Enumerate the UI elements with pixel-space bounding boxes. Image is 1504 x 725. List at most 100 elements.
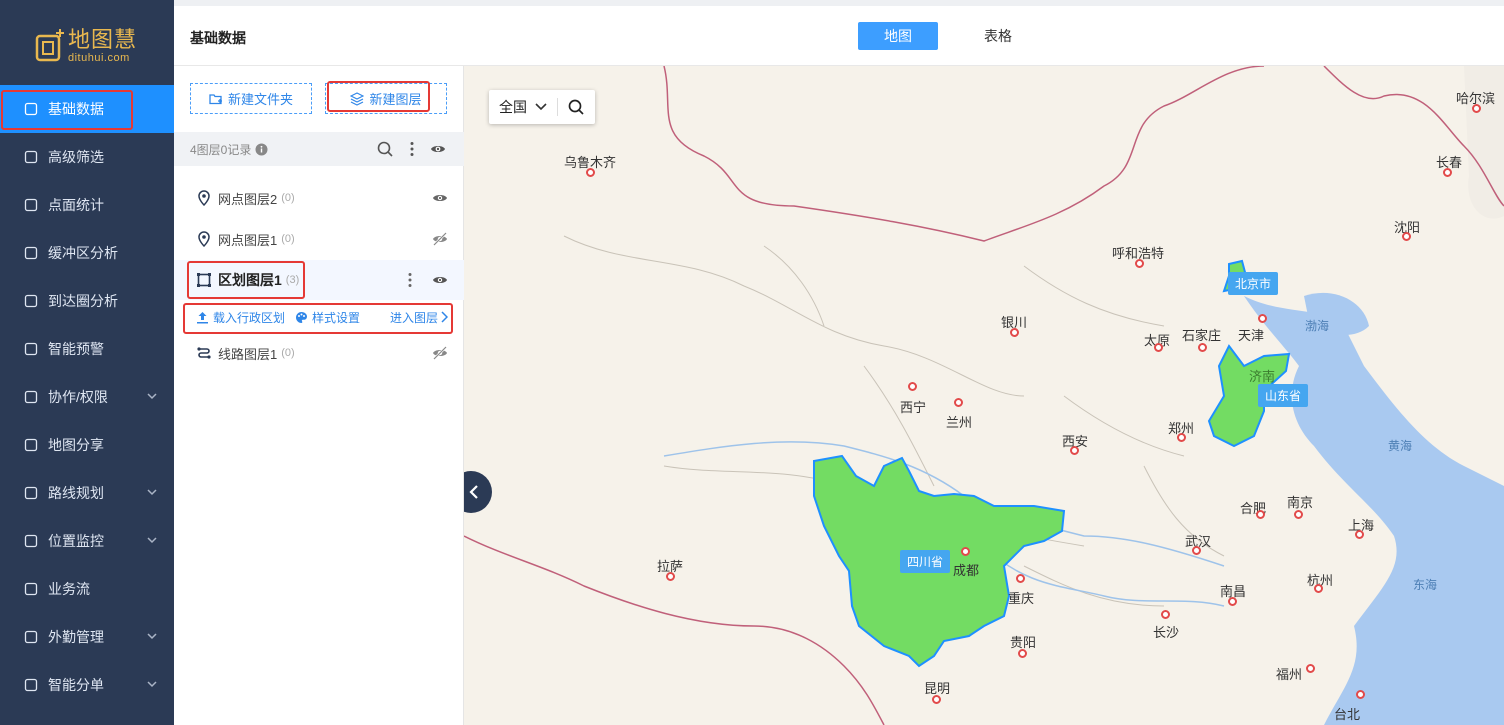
city-marker[interactable] [1355,530,1364,539]
sidebar-item-label: 点面统计 [48,197,104,213]
search-layer-icon[interactable] [377,141,393,157]
city-marker[interactable] [1402,232,1411,241]
sea-label: 黄海 [1388,439,1413,453]
city-marker[interactable] [1198,343,1207,352]
eye-off-icon[interactable] [432,232,448,246]
layer-count-badge: (0) [281,233,295,245]
city-marker[interactable] [932,695,941,704]
city-marker[interactable] [1161,610,1170,619]
eye-icon[interactable] [430,141,446,157]
city-label: 南京 [1287,495,1314,510]
folder-add-icon [209,93,222,104]
layer-count: 4图层0记录 [190,142,252,157]
search-icon[interactable] [568,99,584,115]
pin-icon [198,231,210,247]
users-icon [23,389,39,405]
eye-off-icon[interactable] [432,346,448,360]
province-label[interactable]: 四川省 [900,550,951,573]
logo-text: 地图慧 [68,26,138,52]
city-label: 长沙 [1153,625,1180,640]
layer-item-point1[interactable]: 网点图层1 (0) [174,219,464,259]
sidebar-item-6[interactable]: 协作/权限 [0,373,174,421]
sidebar-item-12[interactable]: 智能分单 [0,661,174,709]
layer-item-region1[interactable]: 区划图层1 (3) [174,260,464,300]
sidebar-item-0[interactable]: 基础数据 [0,85,174,133]
city-label: 天津 [1238,328,1265,343]
info-icon[interactable] [255,143,268,156]
layer-item-point2[interactable]: 网点图层2 (0) [174,178,464,218]
city-marker[interactable] [1070,446,1079,455]
new-layer-button[interactable]: 新建图层 [325,83,447,114]
buffer-icon [23,245,39,261]
province-label[interactable]: 山东省 [1258,384,1309,407]
city-marker[interactable] [1356,690,1365,699]
sidebar-item-11[interactable]: 外勤管理 [0,613,174,661]
style-settings-button[interactable]: 样式设置 [295,309,360,326]
city-marker[interactable] [908,382,917,391]
new-folder-button[interactable]: 新建文件夹 [190,83,312,114]
city-marker[interactable] [666,572,675,581]
more-icon[interactable] [402,272,418,288]
import-region-button[interactable]: 载入行政区划 [196,309,285,326]
region-select-value: 全国 [499,99,527,115]
layer-count-badge: (3) [285,274,300,286]
header: 基础数据 地图 表格 [174,0,1504,66]
city-marker[interactable] [954,398,963,407]
city-marker[interactable] [1177,433,1186,442]
city-marker[interactable] [1154,343,1163,352]
sidebar-item-9[interactable]: 位置监控 [0,517,174,565]
map-canvas[interactable]: 全国 乌鲁木齐 哈尔滨 长春 沈阳 呼和浩特 天津 石家庄 太原 银川 西宁 兰州 郑州 西安 合肥 南京上… [464,66,1504,725]
share-icon [23,437,39,453]
chevron-down-icon [147,681,157,688]
flow-icon [23,581,39,597]
tab-map[interactable]: 地图 [858,22,938,50]
sidebar-item-1[interactable]: 高级筛选 [0,133,174,181]
city-marker[interactable] [1294,510,1303,519]
city-marker[interactable] [1135,259,1144,268]
sidebar-item-7[interactable]: 地图分享 [0,421,174,469]
city-marker[interactable] [961,547,970,556]
layer-count-badge: (0) [281,347,295,359]
city-marker[interactable] [1016,574,1025,583]
sidebar-item-label: 地图分享 [48,437,104,453]
city-marker[interactable] [1443,168,1452,177]
city-marker[interactable] [1258,314,1267,323]
city-marker[interactable] [1018,649,1027,658]
region-select[interactable]: 全国 [489,90,595,124]
sidebar-item-label: 业务流 [48,581,90,597]
layer-name: 区划图层1 [218,272,282,288]
sidebar-item-3[interactable]: 缓冲区分析 [0,229,174,277]
sidebar-item-5[interactable]: 智能预警 [0,325,174,373]
eye-icon[interactable] [432,273,448,287]
chevron-right-icon [441,311,448,323]
map-base [464,66,1504,725]
city-marker[interactable] [1472,104,1481,113]
sidebar-item-label: 智能分单 [48,677,104,693]
palette-icon [296,311,308,323]
city-label: 兰州 [946,415,973,430]
city-marker[interactable] [1010,328,1019,337]
city-marker[interactable] [1256,510,1265,519]
sidebar-item-label: 位置监控 [48,533,104,549]
eye-icon[interactable] [432,191,448,205]
upload-icon [197,311,208,323]
enter-layer-button[interactable]: 进入图层 [390,309,452,326]
enter-layer-label: 进入图层 [389,310,438,325]
city-marker[interactable] [1314,584,1323,593]
import-region-label: 载入行政区划 [213,310,286,325]
sidebar-item-label: 智能预警 [48,341,104,357]
sidebar-item-4[interactable]: 到达圈分析 [0,277,174,325]
more-icon[interactable] [404,141,420,157]
sidebar-item-2[interactable]: 点面统计 [0,181,174,229]
sidebar-item-8[interactable]: 路线规划 [0,469,174,517]
layer-item-line1[interactable]: 线路图层1 (0) [174,333,464,373]
tab-table[interactable]: 表格 [958,22,1038,50]
layer-count-badge: (0) [281,192,295,204]
city-marker[interactable] [586,168,595,177]
city-marker[interactable] [1228,597,1237,606]
chevron-down-icon [147,537,157,544]
city-marker[interactable] [1306,664,1315,673]
province-label[interactable]: 北京市 [1228,272,1279,295]
sidebar-item-10[interactable]: 业务流 [0,565,174,613]
city-marker[interactable] [1192,546,1201,555]
